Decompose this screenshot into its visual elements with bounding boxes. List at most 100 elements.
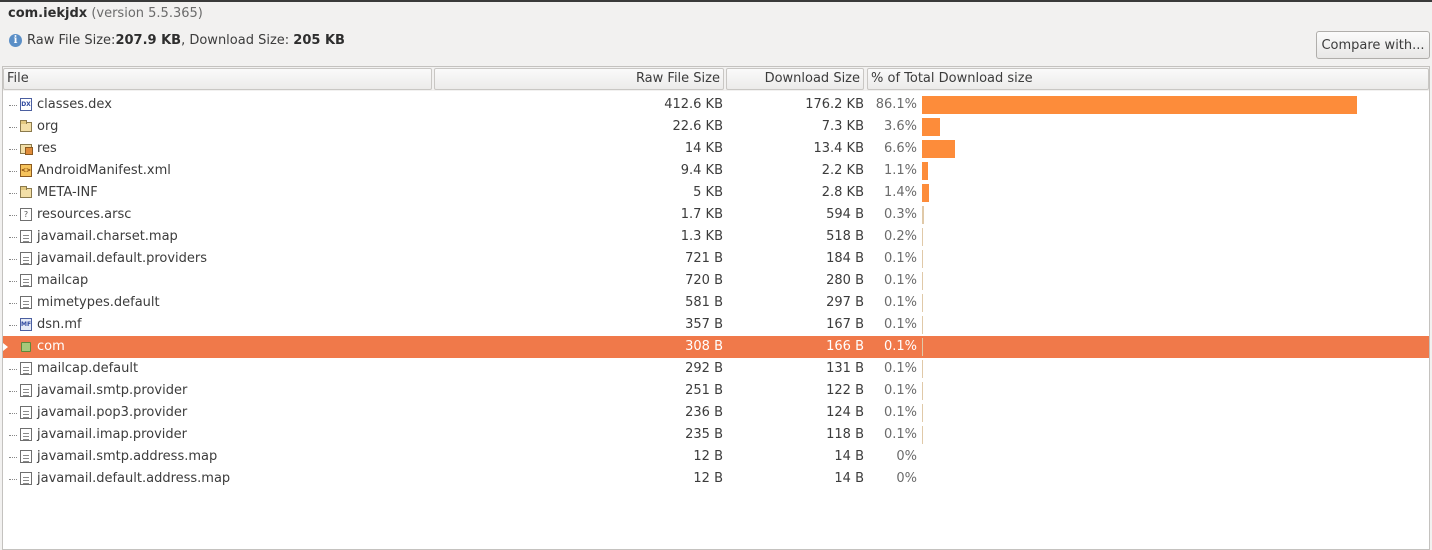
text-file-icon [20, 230, 32, 243]
download-size: 2.8 KB [821, 185, 864, 200]
tree-connector [9, 413, 17, 414]
table-row[interactable]: ? resources.arsc 1.7 KB 594 B 0.3% [3, 204, 1429, 226]
download-size: 297 B [826, 295, 864, 310]
folder-icon [20, 120, 32, 132]
table-row[interactable]: javamail.charset.map 1.3 KB 518 B 0.2% [3, 226, 1429, 248]
download-share-bar [922, 184, 930, 202]
file-name: javamail.smtp.address.map [37, 449, 218, 464]
download-percent: 0.1% [883, 317, 917, 332]
compare-with-button[interactable]: Compare with... [1316, 31, 1430, 59]
table-row[interactable]: mailcap.default 292 B 131 B 0.1% [3, 358, 1429, 380]
table-row[interactable]: MF dsn.mf 357 B 167 B 0.1% [3, 314, 1429, 336]
text-file-icon [20, 296, 32, 309]
table-header: File Raw File Size Download Size % of To… [3, 67, 1429, 91]
download-percent: 0.1% [883, 405, 917, 420]
table-row[interactable]: javamail.pop3.provider 236 B 124 B 0.1% [3, 402, 1429, 424]
file-name: res [37, 141, 57, 156]
download-size: 184 B [826, 251, 864, 266]
download-size-label: , Download Size: [181, 33, 294, 48]
download-percent: 6.6% [883, 141, 917, 156]
column-header-download-size[interactable]: Download Size [726, 68, 864, 90]
download-size: 14 B [834, 471, 864, 486]
download-size: 124 B [826, 405, 864, 420]
table-row[interactable]: com 308 B 166 B 0.1% [3, 336, 1429, 358]
raw-file-size: 22.6 KB [672, 119, 723, 134]
file-name: mimetypes.default [37, 295, 160, 310]
download-percent: 0% [896, 449, 917, 464]
column-header-file[interactable]: File [3, 68, 432, 90]
download-share-bar [922, 272, 923, 290]
file-tree-table[interactable]: File Raw File Size Download Size % of To… [2, 66, 1430, 550]
raw-file-size: 236 B [685, 405, 723, 420]
expand-arrow-icon[interactable] [3, 343, 8, 351]
download-share-bar [922, 316, 923, 334]
tree-connector [9, 127, 17, 128]
column-header-percent[interactable]: % of Total Download size [867, 68, 1429, 90]
file-name: com [37, 339, 65, 354]
download-size: 14 B [834, 449, 864, 464]
download-share-bar [922, 294, 923, 312]
download-size-value: 205 KB [293, 33, 345, 48]
dex-file-icon: DX [20, 98, 32, 111]
file-name: resources.arsc [37, 207, 132, 222]
download-share-bar [922, 162, 928, 180]
raw-file-size: 308 B [685, 339, 723, 354]
download-percent: 1.1% [883, 163, 917, 178]
table-row[interactable]: org 22.6 KB 7.3 KB 3.6% [3, 116, 1429, 138]
raw-file-size: 1.3 KB [680, 229, 723, 244]
text-file-icon [20, 252, 32, 265]
tree-connector [9, 149, 17, 150]
raw-file-size: 9.4 KB [680, 163, 723, 178]
table-row[interactable]: javamail.default.address.map 12 B 14 B 0% [3, 468, 1429, 490]
download-size: 280 B [826, 273, 864, 288]
download-size: 7.3 KB [821, 119, 864, 134]
download-percent: 0% [896, 471, 917, 486]
tree-connector [9, 281, 17, 282]
unknown-file-icon: ? [20, 208, 32, 221]
text-file-icon [20, 428, 32, 441]
column-header-raw-size[interactable]: Raw File Size [434, 68, 724, 90]
text-file-icon [20, 406, 32, 419]
download-percent: 0.1% [883, 251, 917, 266]
download-size: 118 B [826, 427, 864, 442]
raw-file-size: 5 KB [693, 185, 723, 200]
download-share-bar [922, 360, 923, 378]
table-row[interactable]: javamail.smtp.provider 251 B 122 B 0.1% [3, 380, 1429, 402]
tree-connector [9, 171, 17, 172]
file-name: classes.dex [37, 97, 112, 112]
tree-connector [9, 369, 17, 370]
table-row[interactable]: mailcap 720 B 280 B 0.1% [3, 270, 1429, 292]
table-row[interactable]: mimetypes.default 581 B 297 B 0.1% [3, 292, 1429, 314]
folder-icon [20, 186, 32, 198]
size-summary: i Raw File Size: 207.9 KB , Download Siz… [9, 33, 345, 48]
raw-file-size: 1.7 KB [680, 207, 723, 222]
raw-size-value: 207.9 KB [115, 33, 182, 48]
file-name: javamail.default.providers [37, 251, 208, 266]
raw-file-size: 357 B [685, 317, 723, 332]
table-row[interactable]: javamail.smtp.address.map 12 B 14 B 0% [3, 446, 1429, 468]
download-share-bar [922, 426, 923, 444]
download-size: 166 B [826, 339, 864, 354]
tree-connector [9, 457, 17, 458]
tree-connector [9, 259, 17, 260]
table-row[interactable]: javamail.imap.provider 235 B 118 B 0.1% [3, 424, 1429, 446]
text-file-icon [20, 274, 32, 287]
package-icon [21, 342, 31, 352]
download-percent: 86.1% [875, 97, 917, 112]
file-name: javamail.smtp.provider [37, 383, 188, 398]
table-row[interactable]: DX classes.dex 412.6 KB 176.2 KB 86.1% [3, 94, 1429, 116]
file-name: AndroidManifest.xml [37, 163, 171, 178]
table-row[interactable]: res 14 KB 13.4 KB 6.6% [3, 138, 1429, 160]
table-row[interactable]: <> AndroidManifest.xml 9.4 KB 2.2 KB 1.1% [3, 160, 1429, 182]
file-name: org [37, 119, 59, 134]
table-row[interactable]: META-INF 5 KB 2.8 KB 1.4% [3, 182, 1429, 204]
xml-file-icon: <> [20, 164, 32, 177]
file-name: javamail.imap.provider [37, 427, 188, 442]
table-row[interactable]: javamail.default.providers 721 B 184 B 0.1% [3, 248, 1429, 270]
resource-folder-icon [20, 144, 33, 155]
text-file-icon [20, 384, 32, 397]
raw-file-size: 14 KB [684, 141, 723, 156]
download-percent: 0.1% [883, 295, 917, 310]
apk-title: com.iekjdx (version 5.5.365) [8, 6, 203, 21]
file-name: mailcap.default [37, 361, 139, 376]
